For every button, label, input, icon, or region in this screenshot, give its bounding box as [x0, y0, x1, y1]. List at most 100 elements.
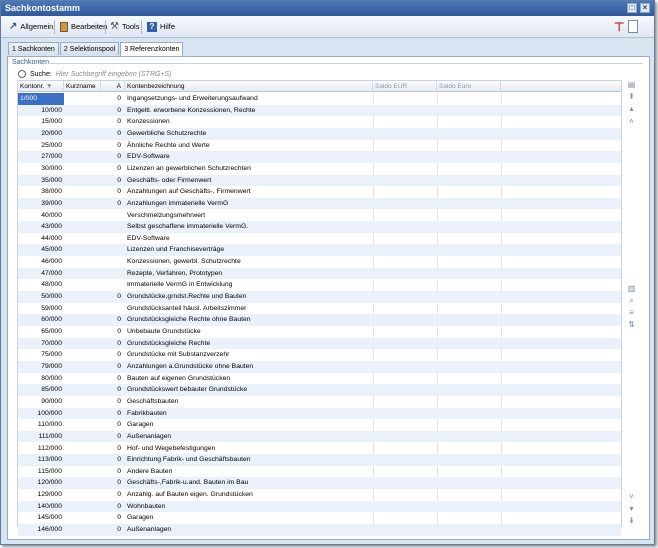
table-row[interactable]: 30/000 0 Lizenzen an gewerblichen Schutzre…: [18, 163, 621, 175]
table-row[interactable]: 112/000 0 Hof- und Wegebefestigungen: [18, 443, 621, 455]
cell-a[interactable]: 0: [101, 349, 123, 361]
cell-kontonr[interactable]: 140/000: [18, 501, 64, 513]
table-row[interactable]: 100/000 0 Fabrikbauten: [18, 407, 621, 420]
table-settings-icon[interactable]: ▤: [626, 80, 637, 89]
cell-kontonr[interactable]: 90/000: [18, 396, 64, 408]
cell-a[interactable]: 0: [101, 93, 123, 105]
cell-kontonr[interactable]: 60/000: [18, 314, 64, 326]
cell-a[interactable]: 0: [101, 314, 123, 326]
scroll-down-icon[interactable]: ˅: [626, 492, 637, 501]
cell-kontenbezeichnung[interactable]: Anzahlungen auf Geschäfts-, Firmenwert: [125, 186, 373, 198]
table-row[interactable]: 110/000 0 Garagen: [18, 419, 621, 431]
cell-a[interactable]: [101, 268, 123, 280]
cell-a[interactable]: 0: [101, 419, 123, 431]
cell-kontenbezeichnung[interactable]: Garagen: [125, 512, 373, 524]
col-kurzname[interactable]: Kurzname: [64, 81, 101, 92]
cell-kontenbezeichnung[interactable]: Außenanlagen: [125, 524, 373, 536]
col-saldo-euro[interactable]: Saldo Euro: [437, 81, 501, 92]
cell-kontonr[interactable]: 27/000: [18, 151, 64, 163]
cell-a[interactable]: 0: [101, 431, 123, 443]
table-row[interactable]: 90/000 0 Geschäftsbauten: [18, 396, 621, 408]
search-input[interactable]: Hier Suchbegriff eingeben (STRG+S): [56, 71, 172, 78]
table-row[interactable]: 10/000 0 Entgeltl. erworbene Konzessionen,…: [18, 104, 621, 117]
zoom-icon[interactable]: ⌕: [626, 296, 637, 305]
cell-kontonr[interactable]: 45/000: [18, 244, 64, 256]
cell-kontonr[interactable]: 43/000: [18, 221, 64, 233]
cell-kontenbezeichnung[interactable]: Immaterielle VermG in Entwicklung: [125, 279, 373, 291]
cell-kontenbezeichnung[interactable]: Lizenzen an gewerblichen Schutzrechten: [125, 163, 373, 175]
cell-kontonr[interactable]: 79/000: [18, 361, 64, 373]
table-row[interactable]: 46/000 Konzessionen, gewerbl. Schutzrecht…: [18, 256, 621, 268]
cell-kontonr[interactable]: 129/000: [18, 489, 64, 501]
cell-kontonr[interactable]: 1/000: [18, 93, 64, 105]
col-kontenbezeichnung[interactable]: Kontenbezeichnung: [125, 81, 373, 92]
cell-kontonr[interactable]: 38/000: [18, 186, 64, 198]
tab-selektionspool[interactable]: 2 Selektionspool: [59, 42, 120, 55]
cell-a[interactable]: 0: [101, 163, 123, 175]
cell-kontonr[interactable]: 113/000: [18, 454, 64, 466]
table-row[interactable]: 60/000 0 Grundstücksgleiche Rechte ohne Ba…: [18, 314, 621, 326]
table-row[interactable]: 47/000 Rezepte, Verfahren, Prototypen: [18, 267, 621, 280]
table-row[interactable]: 111/000 0 Außenanlagen: [18, 430, 621, 443]
table-row[interactable]: 45/000 Lizenzen und Franchiseverträge: [18, 244, 621, 257]
cell-kontonr[interactable]: 146/000: [18, 524, 64, 536]
cell-kontonr[interactable]: 25/000: [18, 140, 64, 152]
cell-kontenbezeichnung[interactable]: Grundstücksgleiche Rechte ohne Bauten: [125, 314, 373, 326]
cell-kontonr[interactable]: 110/000: [18, 419, 64, 431]
cell-a[interactable]: 0: [101, 396, 123, 408]
cell-a[interactable]: 0: [101, 361, 123, 373]
move-bottom-icon[interactable]: ⇟: [626, 516, 637, 525]
cell-kontenbezeichnung[interactable]: Gewerbliche Schutzrechte: [125, 128, 373, 140]
cell-kontonr[interactable]: 20/000: [18, 128, 64, 140]
cell-a[interactable]: [101, 303, 123, 315]
cell-kontonr[interactable]: 85/000: [18, 384, 64, 396]
table-row[interactable]: 38/000 0 Anzahlungen auf Geschäfts-, Firme…: [18, 186, 621, 198]
tab-sachkonten[interactable]: 1 Sachkonten: [8, 42, 59, 55]
table-row[interactable]: 40/000 Verschmelzungsmehrwert: [18, 210, 621, 222]
cell-a[interactable]: 0: [101, 443, 123, 455]
cell-kontenbezeichnung[interactable]: Lizenzen und Franchiseverträge: [125, 244, 373, 256]
table-row[interactable]: 1/000 0 Ingangsetzungs- und Erweiterungsau…: [18, 93, 621, 105]
cell-kontonr[interactable]: 111/000: [18, 431, 64, 443]
cell-kontenbezeichnung[interactable]: Konzessionen, gewerbl. Schutzrechte: [125, 256, 373, 268]
cell-kontenbezeichnung[interactable]: Grundstücke,grndst.Rechte und Bauten: [125, 291, 373, 303]
cell-kontenbezeichnung[interactable]: EDV-Software: [125, 151, 373, 163]
cell-kontonr[interactable]: 65/000: [18, 326, 64, 338]
table-row[interactable]: 70/000 0 Grundstücksgleiche Rechte: [18, 337, 621, 350]
cell-kontonr[interactable]: 44/000: [18, 233, 64, 245]
table-row[interactable]: 15/000 0 Konzessionen: [18, 116, 621, 128]
cell-kontonr[interactable]: 145/000: [18, 512, 64, 524]
cell-a[interactable]: 0: [101, 326, 123, 338]
cell-kontenbezeichnung[interactable]: Ähnliche Rechte und Werte: [125, 140, 373, 152]
cell-kontonr[interactable]: 35/000: [18, 175, 64, 187]
cell-a[interactable]: 0: [101, 454, 123, 466]
menu-bearbeiten[interactable]: Bearbeiten: [60, 20, 107, 34]
table-row[interactable]: 44/000 EDV-Software: [18, 233, 621, 245]
cell-kontonr[interactable]: 30/000: [18, 163, 64, 175]
cell-kontenbezeichnung[interactable]: Entgeltl. erworbene Konzessionen, Rechte: [125, 105, 373, 117]
pin-icon[interactable]: ⊤: [614, 20, 624, 34]
table-row[interactable]: 129/000 0 Anzahlg. auf Bauten eigen. Grund…: [18, 489, 621, 501]
move-top-icon[interactable]: ⇞: [626, 92, 637, 101]
cell-kontonr[interactable]: 40/000: [18, 210, 64, 222]
cell-kontonr[interactable]: 120/000: [18, 477, 64, 489]
cell-a[interactable]: [101, 244, 123, 256]
table-row[interactable]: 43/000 Selbst geschaffene immaterielle Ve…: [18, 221, 621, 233]
cell-a[interactable]: 0: [101, 186, 123, 198]
cell-kontenbezeichnung[interactable]: Andere Bauten: [125, 466, 373, 478]
cell-a[interactable]: 0: [101, 501, 123, 513]
table-row[interactable]: 146/000 0 Außenanlagen: [18, 524, 621, 536]
menu-tools[interactable]: ⚒ Tools: [110, 20, 139, 34]
table-row[interactable]: 115/000 0 Andere Bauten: [18, 466, 621, 478]
cell-kontenbezeichnung[interactable]: Fabrikbauten: [125, 408, 373, 420]
cell-kontenbezeichnung[interactable]: Grundstücke mit Substanzverzehr: [125, 349, 373, 361]
tab-referenzkonten[interactable]: 3 Referenzkonten: [120, 42, 184, 56]
cell-a[interactable]: 0: [101, 373, 123, 385]
cell-kontonr[interactable]: 112/000: [18, 443, 64, 455]
cell-a[interactable]: [101, 210, 123, 222]
cell-a[interactable]: 0: [101, 198, 123, 210]
table-row[interactable]: 80/000 0 Bauten auf eigenen Grundstücken: [18, 373, 621, 385]
scroll-up-icon[interactable]: ˄: [626, 117, 637, 126]
table-row[interactable]: 65/000 0 Unbebaute Grundstücke: [18, 326, 621, 338]
cell-a[interactable]: 0: [101, 408, 123, 420]
